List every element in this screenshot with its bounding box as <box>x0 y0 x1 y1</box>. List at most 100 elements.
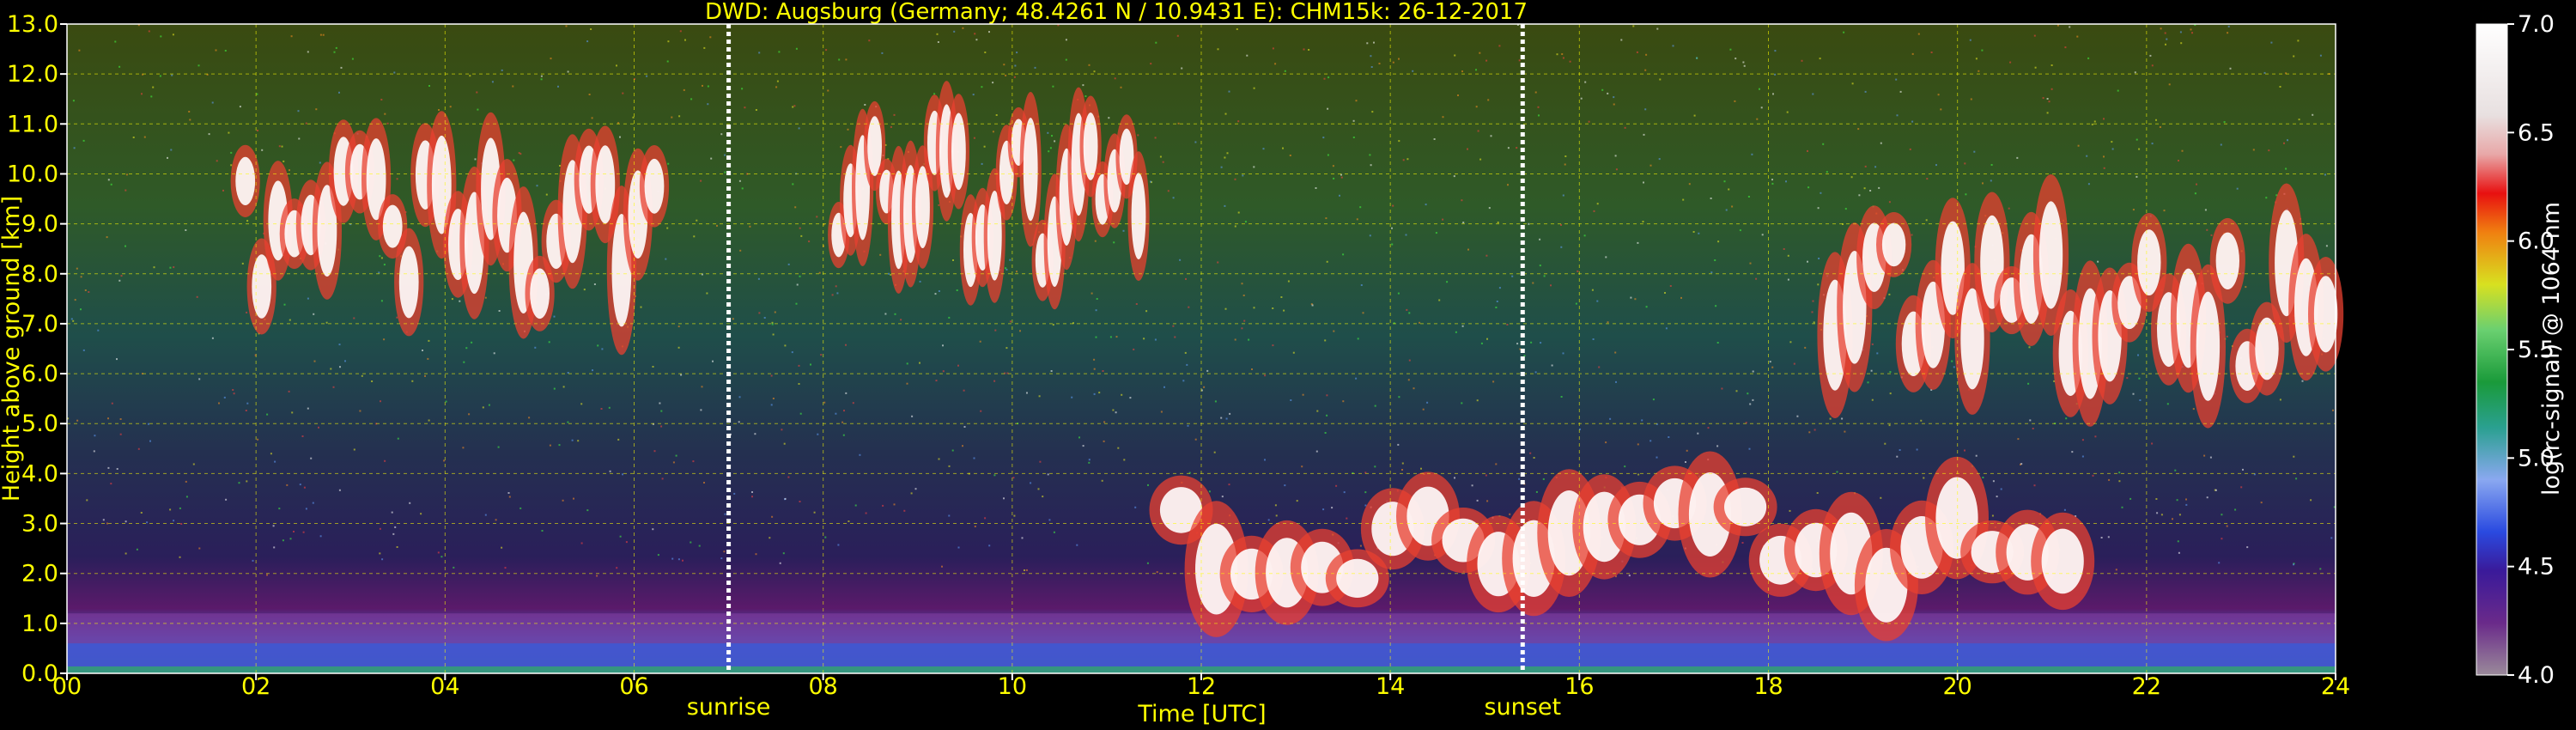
noise-speck <box>536 185 538 187</box>
noise-speck <box>1274 504 1277 507</box>
noise-speck <box>616 64 617 67</box>
noise-speck <box>1154 137 1157 139</box>
noise-speck <box>273 546 276 549</box>
noise-speck <box>823 401 826 404</box>
noise-speck <box>1322 508 1325 511</box>
noise-speck <box>890 125 892 128</box>
noise-speck <box>1591 289 1594 291</box>
noise-speck <box>1284 70 1286 72</box>
noise-speck <box>984 52 987 53</box>
noise-speck <box>1743 64 1746 67</box>
y-tick-label: 0.0 <box>21 660 58 687</box>
noise-speck <box>1817 207 1820 210</box>
noise-speck <box>1177 122 1180 125</box>
noise-speck <box>1243 319 1246 322</box>
noise-speck <box>1366 42 1369 45</box>
noise-speck <box>1716 445 1719 447</box>
noise-speck <box>1669 285 1672 287</box>
noise-speck <box>1530 341 1533 344</box>
noise-speck <box>353 317 355 319</box>
noise-speck <box>1446 281 1449 283</box>
noise-speck <box>824 536 827 538</box>
noise-speck <box>1406 158 1409 161</box>
noise-speck <box>1556 53 1558 56</box>
sunset-label: sunset <box>1485 694 1562 721</box>
noise-speck <box>1159 155 1162 158</box>
noise-speck <box>601 348 604 350</box>
noise-speck <box>1422 408 1425 411</box>
noise-speck <box>2008 207 2010 210</box>
noise-speck <box>1596 300 1599 302</box>
noise-speck <box>1248 338 1250 341</box>
y-tick-label: 7.0 <box>21 311 58 338</box>
noise-speck <box>428 419 430 422</box>
noise-speck <box>993 474 996 477</box>
x-tick-label: 16 <box>1564 673 1594 700</box>
noise-speck <box>428 85 430 87</box>
noise-speck <box>1332 165 1334 167</box>
noise-speck <box>659 402 661 405</box>
noise-speck <box>459 300 461 302</box>
noise-speck <box>840 146 842 149</box>
noise-speck <box>1082 84 1084 87</box>
noise-speck <box>553 387 556 390</box>
noise-speck <box>1492 380 1495 383</box>
noise-speck <box>2177 540 2179 543</box>
noise-speck <box>738 396 741 398</box>
noise-speck <box>700 409 702 411</box>
noise-speck <box>383 264 386 266</box>
noise-speck <box>1292 351 1295 354</box>
noise-speck <box>507 492 510 494</box>
noise-speck <box>963 426 966 428</box>
noise-speck <box>378 271 380 274</box>
noise-speck <box>963 389 965 392</box>
noise-speck <box>1051 135 1053 137</box>
noise-speck <box>1237 211 1240 214</box>
noise-speck <box>1477 130 1479 132</box>
x-tick-label: 06 <box>619 673 648 700</box>
noise-speck <box>152 86 155 88</box>
noise-speck <box>625 541 628 544</box>
noise-speck <box>1333 177 1335 179</box>
noise-speck <box>1560 396 1563 398</box>
noise-speck <box>2298 119 2300 121</box>
noise-speck <box>1812 300 1814 302</box>
noise-speck <box>232 389 234 391</box>
noise-speck <box>1982 477 1984 478</box>
noise-speck <box>283 303 286 306</box>
noise-speck <box>1747 392 1749 395</box>
noise-speck <box>257 438 259 441</box>
noise-speck <box>2029 419 2032 422</box>
noise-speck <box>1143 338 1145 340</box>
noise-speck <box>938 290 940 292</box>
noise-speck <box>1896 455 1899 458</box>
noise-speck <box>2057 24 2059 27</box>
noise-speck <box>1692 231 1695 233</box>
noise-speck <box>934 293 937 295</box>
noise-speck <box>1181 67 1183 70</box>
noise-speck <box>1487 99 1490 101</box>
noise-speck <box>619 136 621 138</box>
noise-speck <box>865 512 867 514</box>
noise-speck <box>2240 486 2243 489</box>
noise-speck <box>671 557 674 560</box>
noise-speck <box>2034 66 2037 69</box>
noise-speck <box>1290 399 1292 401</box>
noise-speck <box>153 266 155 269</box>
noise-speck <box>1632 25 1635 27</box>
noise-speck <box>710 157 713 160</box>
noise-speck <box>541 530 544 532</box>
noise-speck <box>411 380 414 382</box>
noise-speck <box>2166 38 2168 40</box>
noise-speck <box>1682 198 1685 201</box>
noise-speck <box>586 40 589 43</box>
noise-speck <box>110 183 112 186</box>
noise-speck <box>2227 25 2230 27</box>
noise-speck <box>1807 186 1810 189</box>
y-tick-label: 9.0 <box>21 211 58 238</box>
noise-speck <box>2134 71 2136 74</box>
noise-speck <box>562 386 565 388</box>
noise-speck <box>2103 167 2105 169</box>
noise-speck <box>1325 217 1327 220</box>
noise-speck <box>660 425 663 428</box>
